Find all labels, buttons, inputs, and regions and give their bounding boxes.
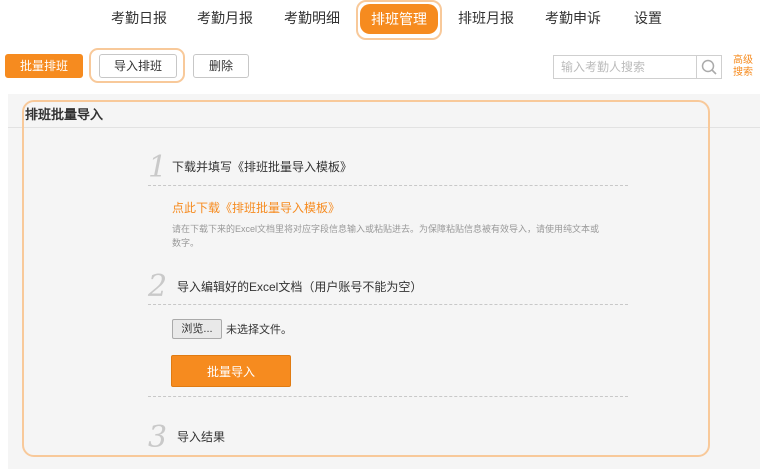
- panel-header: 排班批量导入: [8, 94, 760, 128]
- top-nav: 考勤日报 考勤月报 考勤明细 排班管理 排班月报 考勤申诉 设置: [0, 0, 762, 40]
- file-status: 未选择文件。: [226, 324, 292, 336]
- step-number-2: 2: [148, 269, 168, 304]
- tab-settings[interactable]: 设置: [620, 0, 676, 36]
- step-divider-1: [148, 185, 628, 186]
- step-divider-2: [148, 304, 628, 305]
- hint-text: 请在下载下来的Excel文档里将对应字段信息输入或粘贴进去。为保障粘贴信息被有效…: [172, 222, 628, 250]
- step-number-1: 1: [148, 150, 168, 185]
- tab-schedule-monthly[interactable]: 排班月报: [447, 0, 525, 36]
- panel-title: 排班批量导入: [25, 107, 104, 122]
- tab-schedule-management[interactable]: 排班管理: [360, 4, 438, 34]
- search-input[interactable]: [553, 55, 697, 79]
- step-title-3: 导入结果: [177, 430, 226, 444]
- tab-attendance-detail[interactable]: 考勤明细: [273, 0, 351, 36]
- download-template-link[interactable]: 点此下载《排班批量导入模板》: [172, 199, 340, 216]
- hint-line-2: 数字。: [172, 238, 200, 248]
- step-divider-3: [148, 396, 628, 397]
- batch-import-button[interactable]: 批量导入: [171, 355, 291, 387]
- browse-button[interactable]: 浏览...: [172, 319, 222, 339]
- tab-attendance-daily[interactable]: 考勤日报: [100, 0, 178, 36]
- advanced-search-line1: 高级: [733, 55, 753, 66]
- import-schedule-button[interactable]: 导入排班: [99, 54, 177, 78]
- hint-line-1: 请在下载下来的Excel文档里将对应字段信息输入或粘贴进去。为保障粘贴信息被有效…: [172, 224, 600, 234]
- search-icon: [701, 59, 717, 75]
- step-title-1: 下载并填写《排班批量导入模板》: [172, 160, 353, 174]
- step-number-3: 3: [148, 420, 168, 455]
- tab-attendance-monthly[interactable]: 考勤月报: [186, 0, 264, 36]
- advanced-search-line2: 搜索: [733, 67, 753, 78]
- search-button[interactable]: [696, 55, 722, 79]
- batch-schedule-button[interactable]: 批量排班: [5, 54, 83, 78]
- advanced-search-link[interactable]: 高级 搜索: [728, 55, 758, 79]
- tab-attendance-appeal[interactable]: 考勤申诉: [534, 0, 612, 36]
- delete-button[interactable]: 删除: [193, 54, 249, 78]
- step-title-2: 导入编辑好的Excel文档（用户账号不能为空）: [177, 280, 423, 294]
